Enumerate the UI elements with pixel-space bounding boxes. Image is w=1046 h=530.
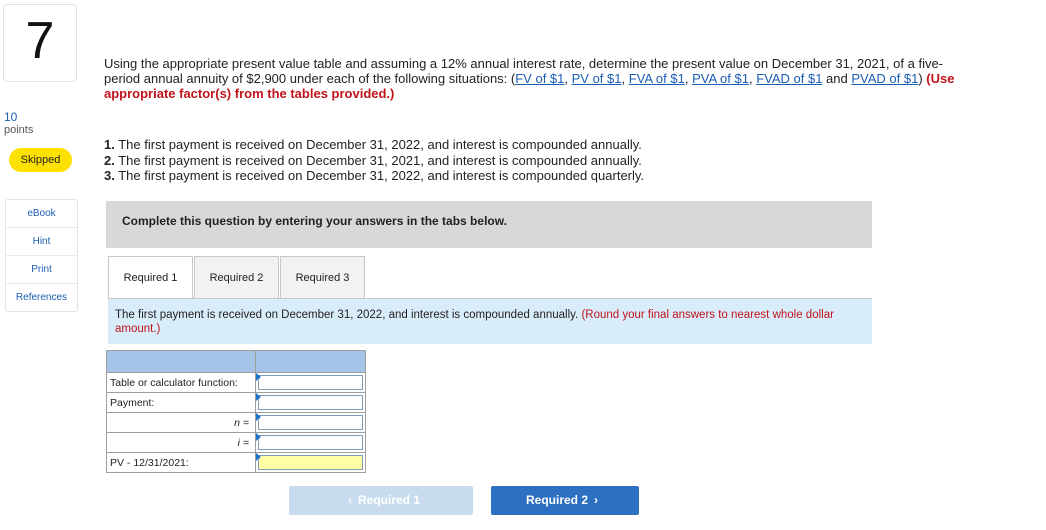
prev-required-button[interactable]: ‹ Required 1 <box>289 486 473 515</box>
hint-link[interactable]: Hint <box>6 228 77 256</box>
table-row: i = <box>106 432 366 453</box>
pv-of-1-link[interactable]: PV of $1 <box>572 71 622 86</box>
tab-required-1[interactable]: Required 1 <box>108 256 193 298</box>
part-text: The first payment is received on Decembe… <box>114 168 645 183</box>
input-box[interactable] <box>258 395 363 410</box>
pva-of-1-link[interactable]: PVA of $1 <box>692 71 749 86</box>
part-text: The first payment is received on Decembe… <box>114 152 642 168</box>
answer-table: Table or calculator function: Payment: n… <box>106 350 366 473</box>
instructions-banner: Complete this question by entering your … <box>106 201 872 248</box>
status-badge: Skipped <box>9 148 72 172</box>
resource-links: eBook Hint Print References <box>5 199 78 312</box>
table-row: PV - 12/31/2021: <box>106 452 366 473</box>
table-row: Table or calculator function: <box>106 372 366 393</box>
n-input[interactable] <box>255 412 366 433</box>
points-value: 10 <box>4 110 18 124</box>
references-link[interactable]: References <box>6 284 77 311</box>
input-box[interactable] <box>258 435 363 450</box>
row-label: i = <box>106 432 256 453</box>
row-label: Payment: <box>106 392 256 413</box>
answer-tabs: Required 1 Required 2 Required 3 <box>108 256 366 298</box>
pvad-of-1-link[interactable]: PVAD of $1 <box>851 71 918 86</box>
row-label: Table or calculator function: <box>106 372 256 393</box>
part-number: 3. <box>104 168 115 183</box>
ebook-link[interactable]: eBook <box>6 200 77 228</box>
next-button-label: Required 2 <box>525 493 588 507</box>
part-item: 2. The first payment is received on Dece… <box>104 153 644 169</box>
part-text: The first payment is received on Decembe… <box>114 137 642 152</box>
input-marker-icon <box>256 413 261 421</box>
tab-instruction: The first payment is received on Decembe… <box>108 299 872 344</box>
input-box[interactable] <box>258 455 363 470</box>
and-text: and <box>822 71 852 86</box>
table-row: Payment: <box>106 392 366 413</box>
input-marker-icon <box>256 393 261 401</box>
table-header-cell <box>106 350 256 373</box>
table-row: n = <box>106 412 366 433</box>
row-label: PV - 12/31/2021: <box>106 452 256 473</box>
input-box[interactable] <box>258 415 363 430</box>
table-header-row <box>106 350 366 373</box>
i-input[interactable] <box>255 432 366 453</box>
next-required-button[interactable]: Required 2 › <box>491 486 639 515</box>
fvad-of-1-link[interactable]: FVAD of $1 <box>756 71 822 86</box>
tab-required-2[interactable]: Required 2 <box>194 256 279 298</box>
question-prompt: Using the appropriate present value tabl… <box>104 56 955 101</box>
table-header-cell <box>255 350 366 373</box>
instruction-text: The first payment is received on Decembe… <box>115 309 582 321</box>
input-marker-icon <box>256 453 261 461</box>
points-label: points <box>4 124 34 136</box>
pv-result-input[interactable] <box>255 452 366 473</box>
fva-of-1-link[interactable]: FVA of $1 <box>629 71 685 86</box>
part-item: 1. The first payment is received on Dece… <box>104 137 644 153</box>
chevron-left-icon: ‹ <box>347 493 352 507</box>
part-item: 3. The first payment is received on Dece… <box>104 168 644 184</box>
table-function-input[interactable] <box>255 372 366 393</box>
input-marker-icon <box>256 433 261 441</box>
chevron-right-icon: › <box>594 493 598 507</box>
row-label: n = <box>106 412 256 433</box>
question-parts: 1. The first payment is received on Dece… <box>104 137 644 184</box>
print-link[interactable]: Print <box>6 256 77 284</box>
payment-input[interactable] <box>255 392 366 413</box>
part-number: 1. <box>104 137 115 152</box>
question-number: 7 <box>3 4 77 82</box>
prev-button-label: Required 1 <box>357 493 420 507</box>
fv-of-1-link[interactable]: FV of $1 <box>515 71 564 86</box>
input-marker-icon <box>256 373 261 381</box>
input-box[interactable] <box>258 375 363 390</box>
part-number: 2. <box>104 152 115 168</box>
tab-required-3[interactable]: Required 3 <box>280 256 365 298</box>
